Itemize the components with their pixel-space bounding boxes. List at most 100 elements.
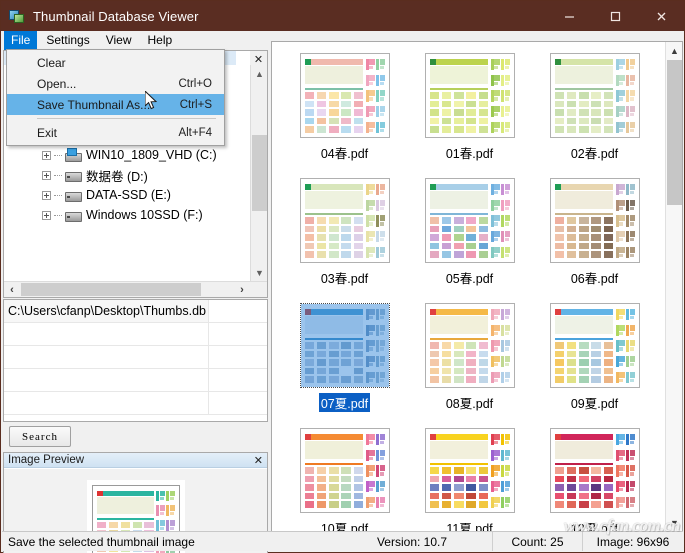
thumbnail-item[interactable]: 07夏.pdf — [282, 297, 407, 422]
tree-vertical-scrollbar[interactable]: ▲ ▼ — [250, 65, 267, 281]
thumbnail-frame[interactable] — [549, 53, 640, 138]
tree-horizontal-scrollbar[interactable]: ‹ › — [4, 281, 267, 297]
thumbnail-frame[interactable] — [424, 303, 515, 388]
search-button[interactable]: Search — [9, 426, 71, 447]
drive-icon — [64, 188, 82, 203]
thumbnail-frame[interactable] — [424, 178, 515, 263]
file-menu-item-shortcut: Ctrl+O — [178, 77, 212, 90]
file-menu-item-shortcut: Alt+F4 — [178, 126, 212, 139]
expand-icon[interactable] — [42, 170, 51, 180]
grid-scroll-down-icon[interactable]: ▼ — [666, 514, 682, 531]
maximize-button[interactable] — [592, 1, 638, 31]
thumbnail-frame[interactable] — [549, 428, 640, 513]
thumbnail-item[interactable]: 05春.pdf — [407, 172, 532, 297]
thumbnail-grid[interactable]: 04春.pdf 01春.pdf 02春.pdf 03春.pdf 05春.pdf 06春.p… — [272, 42, 665, 531]
result-row[interactable] — [4, 392, 267, 415]
result-path — [4, 323, 209, 345]
grid-vertical-scrollbar[interactable]: ▲ ▼ — [665, 42, 682, 531]
close-button[interactable] — [638, 1, 684, 31]
application-window: Thumbnail Database Viewer File Settings Vi… — [0, 0, 685, 553]
tree-node-label: DATA-SSD (E:) — [86, 188, 171, 202]
thumbnail-label: 10夏.pdf — [320, 522, 369, 532]
file-menu-item-clear[interactable]: Clear — [7, 52, 224, 73]
tree-node[interactable]: Windows 10SSD (F:) — [4, 205, 251, 225]
image-preview-title: Image Preview — [8, 454, 85, 466]
thumbnail-item[interactable]: 11夏.pdf — [407, 422, 532, 532]
thumbnail-frame[interactable] — [299, 428, 390, 513]
thumbnail-image — [300, 179, 389, 262]
tree-scroll-down-icon[interactable]: ▼ — [251, 264, 267, 281]
menu-help[interactable]: Help — [141, 31, 180, 50]
file-menu-item-open[interactable]: Open... Ctrl+O — [7, 73, 224, 94]
thumbnail-item[interactable]: 06春.pdf — [532, 172, 657, 297]
thumbnail-item[interactable]: 12夏.pdf — [532, 422, 657, 532]
expand-icon[interactable] — [42, 190, 51, 200]
thumbnail-frame[interactable] — [549, 178, 640, 263]
tree-scroll-thumb[interactable] — [252, 135, 267, 211]
expand-icon[interactable] — [42, 210, 51, 220]
image-preview-close-icon[interactable]: ✕ — [254, 454, 263, 467]
thumbnail-item[interactable]: 10夏.pdf — [282, 422, 407, 532]
status-count: Count: 25 — [492, 532, 582, 551]
expand-icon[interactable] — [42, 150, 51, 160]
thumbnail-frame[interactable] — [424, 53, 515, 138]
thumbnail-item[interactable]: 09夏.pdf — [532, 297, 657, 422]
status-bar: Save the selected thumbnail image Versio… — [2, 531, 683, 551]
thumbnail-grid-panel: 04春.pdf 01春.pdf 02春.pdf 03春.pdf 05春.pdf 06春.p… — [271, 41, 683, 532]
search-bar: Search — [3, 422, 268, 452]
tree-node[interactable]: 数据卷 (D:) — [4, 165, 251, 185]
thumbnail-frame[interactable] — [549, 303, 640, 388]
selection-overlay — [300, 304, 389, 387]
result-row[interactable] — [4, 369, 267, 392]
file-menu-item-save-thumbnail-as[interactable]: Save Thumbnail As... Ctrl+S — [7, 94, 224, 115]
drive-icon — [64, 168, 82, 183]
menu-file[interactable]: File — [4, 31, 38, 50]
search-results-list[interactable]: C:\Users\cfanp\Desktop\Thumbs.db — [3, 299, 268, 422]
thumbnail-item[interactable]: 04春.pdf — [282, 47, 407, 172]
tree-node-label: WIN10_1809_VHD (C:) — [86, 148, 217, 162]
tree-connector — [54, 214, 62, 216]
tree-scroll-left-icon[interactable]: ‹ — [4, 282, 20, 297]
file-dropdown-menu[interactable]: Clear Open... Ctrl+O Save Thumbnail As... Ct… — [6, 49, 225, 146]
thumbnail-frame[interactable] — [424, 428, 515, 513]
grid-scroll-thumb[interactable] — [667, 60, 682, 205]
tree-scroll-right-icon[interactable]: › — [234, 282, 250, 297]
mouse-cursor — [145, 91, 158, 110]
result-row[interactable] — [4, 323, 267, 346]
tree-node-label: 数据卷 (D:) — [86, 169, 148, 184]
menu-settings[interactable]: Settings — [39, 31, 96, 50]
drive-icon — [64, 208, 82, 223]
menu-view[interactable]: View — [99, 31, 139, 50]
thumbnail-item[interactable]: 02春.pdf — [532, 47, 657, 172]
file-menu-separator — [37, 118, 216, 119]
tree-scroll-up-icon[interactable]: ▲ — [251, 65, 267, 82]
thumbnail-image — [425, 304, 514, 387]
thumbnail-item[interactable]: 08夏.pdf — [407, 297, 532, 422]
result-extra — [209, 369, 267, 391]
result-path — [4, 392, 209, 414]
thumbnail-label: 11夏.pdf — [446, 522, 493, 532]
thumbnail-label: 09夏.pdf — [570, 397, 619, 411]
tree-node[interactable]: WIN10_1809_VHD (C:) — [4, 145, 251, 165]
thumbnail-label: 12夏.pdf — [570, 522, 619, 532]
thumbnail-item[interactable]: 03春.pdf — [282, 172, 407, 297]
thumbnail-item[interactable]: 01春.pdf — [407, 47, 532, 172]
thumbnail-image — [425, 179, 514, 262]
file-menu-item-label: Open... — [37, 76, 77, 91]
grid-scroll-up-icon[interactable]: ▲ — [666, 42, 682, 59]
tree-connector — [54, 194, 62, 196]
result-extra — [209, 392, 267, 414]
file-menu-item-label: Save Thumbnail As... — [37, 97, 151, 112]
thumbnail-frame[interactable] — [299, 303, 390, 388]
tree-hscroll-thumb[interactable] — [21, 283, 201, 296]
thumbnail-frame[interactable] — [299, 53, 390, 138]
minimize-button[interactable] — [546, 1, 592, 31]
result-row[interactable]: C:\Users\cfanp\Desktop\Thumbs.db — [4, 300, 267, 323]
file-menu-item-exit[interactable]: Exit Alt+F4 — [7, 122, 224, 143]
thumbnail-label: 02春.pdf — [570, 147, 619, 161]
thumbnail-label: 07夏.pdf — [318, 393, 371, 412]
thumbnail-label: 08夏.pdf — [445, 397, 494, 411]
thumbnail-frame[interactable] — [299, 178, 390, 263]
tree-node[interactable]: DATA-SSD (E:) — [4, 185, 251, 205]
result-row[interactable] — [4, 346, 267, 369]
